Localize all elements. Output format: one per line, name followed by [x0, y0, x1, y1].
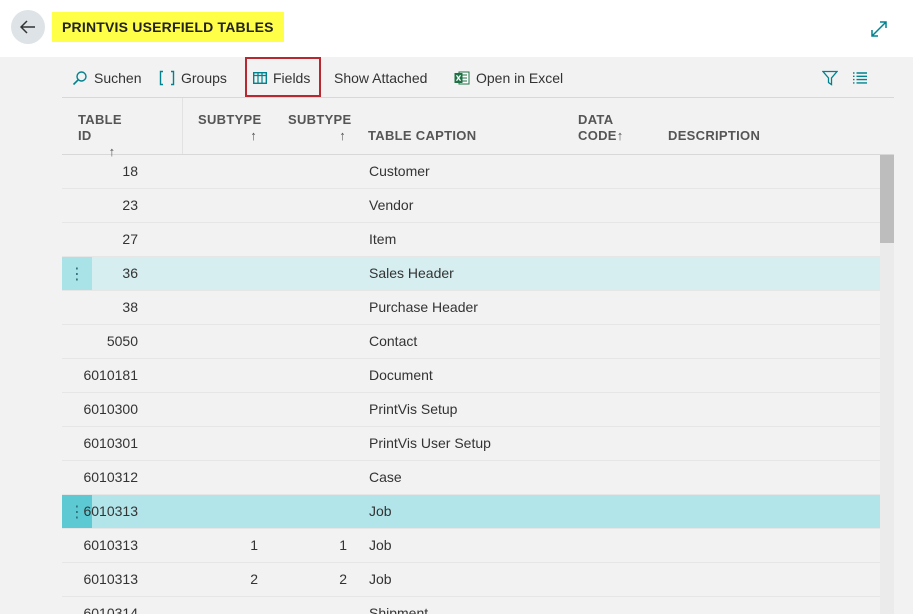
table-row[interactable]: 6010301 PrintVis User Setup	[62, 427, 880, 461]
table-id-cell[interactable]: 5050	[62, 325, 138, 358]
table-body: 18 Customer 23 Vendor 27 Item 36 ⋮ Sales Header 3…	[62, 155, 880, 614]
filter-icon[interactable]	[822, 70, 838, 86]
table-caption-cell: Job	[369, 503, 392, 519]
scrollbar-thumb[interactable]	[880, 155, 894, 243]
table-header: TABLE ID ↑ SUBTYPE ↑ SUBTYPE ↑ TABLE CAP…	[62, 98, 894, 159]
table-caption-cell: Purchase Header	[369, 299, 478, 315]
table-id-cell[interactable]: 6010301	[62, 427, 138, 460]
subtype-1-cell: 2	[250, 571, 258, 587]
arrow-left-icon	[20, 20, 35, 34]
brackets-icon	[159, 70, 175, 86]
table-caption-cell: Document	[369, 367, 433, 383]
back-button[interactable]	[11, 10, 45, 44]
table-row[interactable]: 6010313 2 2 Job	[62, 563, 880, 597]
page-title: PRINTVIS USERFIELD TABLES	[52, 12, 284, 42]
table-row[interactable]: 18 Customer	[62, 155, 880, 189]
fields-focus-outline	[245, 57, 321, 97]
table-row[interactable]: 6010313 ⋮ Job	[62, 495, 880, 529]
subtype-2-cell: 1	[339, 537, 347, 553]
search-label: Suchen	[94, 70, 142, 86]
column-divider	[182, 98, 183, 154]
table-caption-cell: Vendor	[369, 197, 414, 213]
table-id-cell[interactable]: 6010300	[62, 393, 138, 426]
subtype-1-cell: 1	[250, 537, 258, 553]
groups-label: Groups	[181, 70, 227, 86]
excel-icon	[454, 71, 470, 85]
table-id-cell[interactable]: 18	[62, 155, 138, 188]
vertical-scrollbar[interactable]	[880, 155, 894, 614]
column-header-label: DATA	[578, 112, 614, 127]
table-row[interactable]: 36 ⋮ Sales Header	[62, 257, 880, 291]
open-in-excel-button[interactable]: Open in Excel	[454, 58, 563, 98]
table-id-cell[interactable]: 23	[62, 189, 138, 222]
expand-icon[interactable]	[870, 20, 888, 38]
table-row[interactable]: 38 Purchase Header	[62, 291, 880, 325]
table-row[interactable]: 6010312 Case	[62, 461, 880, 495]
table-id-cell[interactable]: 36	[62, 257, 138, 290]
top-bar: PRINTVIS USERFIELD TABLES	[0, 0, 913, 57]
table-row[interactable]: 6010313 1 1 Job	[62, 529, 880, 563]
column-header-label: SUBTYPE	[198, 112, 262, 127]
action-bar: Suchen Groups Fields Show Attached Open …	[62, 57, 894, 98]
table-caption-cell: Contact	[369, 333, 418, 349]
table-caption-cell: Shipment	[369, 605, 429, 614]
sort-asc-icon: ↑	[250, 128, 257, 143]
sort-asc-icon: ↑	[616, 128, 624, 143]
table-caption-cell: Customer	[369, 163, 430, 179]
table-row[interactable]: 6010300 PrintVis Setup	[62, 393, 880, 427]
open-in-excel-label: Open in Excel	[476, 70, 564, 86]
table-caption-cell: Job	[369, 537, 392, 553]
table-id-cell[interactable]: 6010181	[62, 359, 138, 392]
column-header-label: TABLE ID	[78, 112, 122, 143]
column-header-data-code[interactable]: DATA CODE↑	[578, 112, 624, 144]
sort-asc-icon: ↑	[339, 128, 346, 143]
column-header-table-caption[interactable]: TABLE CAPTION	[368, 128, 476, 144]
column-header-subtype-1[interactable]: SUBTYPE ↑	[198, 112, 262, 144]
groups-button[interactable]: Groups	[159, 58, 227, 98]
table-id-cell[interactable]: 6010312	[62, 461, 138, 494]
search-icon	[72, 71, 87, 86]
table-id-cell[interactable]: 38	[62, 291, 138, 324]
table-row[interactable]: 27 Item	[62, 223, 880, 257]
column-header-label: CODE	[578, 128, 617, 143]
table-caption-cell: PrintVis Setup	[369, 401, 458, 417]
table-caption-cell: Sales Header	[369, 265, 454, 281]
table-id-cell[interactable]: 6010314	[62, 597, 138, 614]
list-view-icon[interactable]	[852, 72, 868, 84]
table-id-cell[interactable]: 6010313	[62, 563, 138, 596]
show-attached-label: Show Attached	[334, 70, 428, 86]
table-caption-cell: Case	[369, 469, 402, 485]
subtype-2-cell: 2	[339, 571, 347, 587]
show-attached-button[interactable]: Show Attached	[334, 58, 427, 98]
search-button[interactable]: Suchen	[72, 58, 141, 98]
table-id-cell[interactable]: 6010313	[62, 495, 138, 528]
table-id-cell[interactable]: 6010313	[62, 529, 138, 562]
table-caption-cell: Item	[369, 231, 397, 247]
table-caption-cell: PrintVis User Setup	[369, 435, 491, 451]
table-caption-cell: Job	[369, 571, 392, 587]
column-header-table-id[interactable]: TABLE ID ↑	[78, 112, 138, 160]
table-row[interactable]: 5050 Contact	[62, 325, 880, 359]
column-header-description[interactable]: DESCRIPTION	[668, 128, 760, 144]
column-header-subtype-2[interactable]: SUBTYPE ↑	[288, 112, 352, 144]
table-id-cell[interactable]: 27	[62, 223, 138, 256]
column-header-label: SUBTYPE	[288, 112, 352, 127]
table-row[interactable]: 23 Vendor	[62, 189, 880, 223]
table-row[interactable]: 6010314 Shipment	[62, 597, 880, 614]
table-row[interactable]: 6010181 Document	[62, 359, 880, 393]
